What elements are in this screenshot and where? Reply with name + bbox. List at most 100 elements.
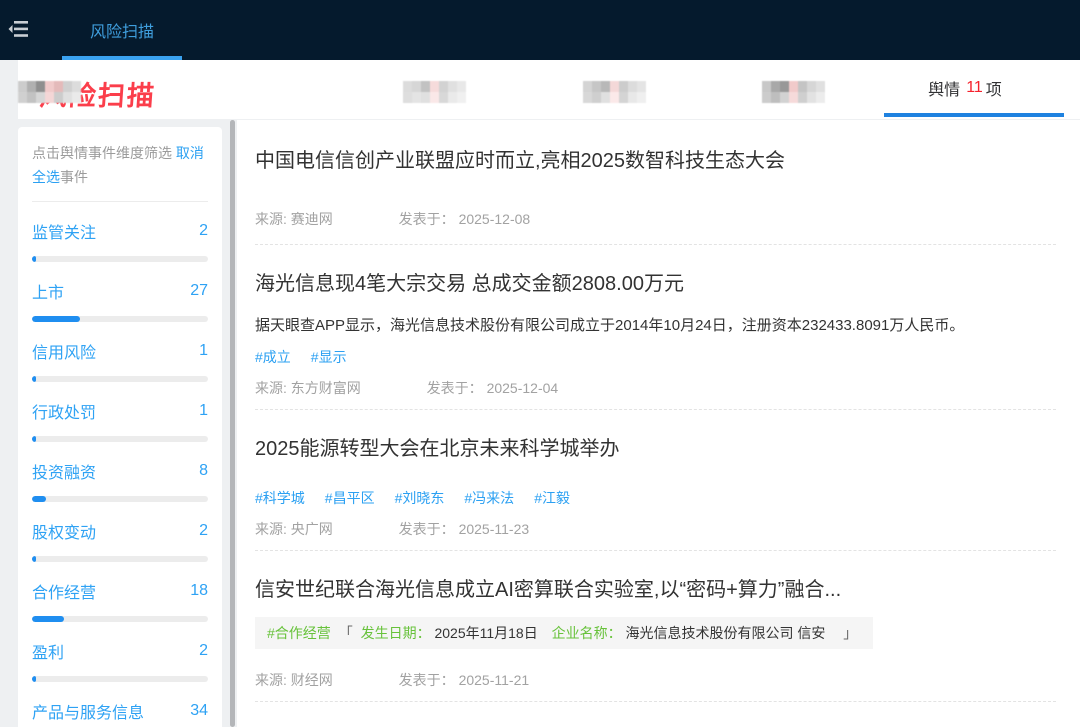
- source-label: 来源:: [255, 521, 291, 537]
- collapse-sidebar-icon[interactable]: [8, 20, 32, 38]
- news-item: 海光信息股价涨5%,泰康基金旗下4只基金重仓,合计持有10.49万股...: [255, 702, 1056, 727]
- filter-label[interactable]: 合作经营: [32, 579, 96, 603]
- news-feed: 中国电信信创产业联盟应时而立,亮相2025数智科技生态大会 来源: 赛迪网 发表…: [237, 120, 1080, 727]
- published-date: 2025-11-23: [458, 521, 530, 537]
- filter-item[interactable]: 上市 27: [32, 262, 208, 322]
- redacted-pixel: [628, 92, 637, 103]
- published-label: 发表于：: [398, 211, 455, 227]
- sentiment-tab-label: 舆情: [928, 82, 961, 99]
- redacted-pixel: [583, 92, 592, 103]
- redacted-pixel: [36, 92, 45, 103]
- filter-label[interactable]: 上市: [32, 279, 64, 303]
- filter-label[interactable]: 投资融资: [32, 459, 96, 483]
- redacted-nav-item[interactable]: [583, 81, 646, 103]
- redacted-pixel: [448, 81, 457, 92]
- redacted-pixel: [619, 81, 628, 92]
- redacted-pixel: [610, 92, 619, 103]
- redacted-pixel: [780, 92, 789, 103]
- filter-count: 34: [190, 702, 208, 719]
- event-date-value: 2025年11月18日: [434, 625, 538, 641]
- redacted-pixel: [619, 92, 628, 103]
- news-title[interactable]: 信安世纪联合海光信息成立AI密算联合实验室,以“密码+算力”融合...: [255, 575, 1056, 605]
- redacted-nav-item[interactable]: [762, 81, 825, 103]
- company-label: 企业名称：: [551, 625, 622, 641]
- news-item: 海光信息现4笔大宗交易 总成交金额2808.00万元 据天眼查APP显示，海光信…: [255, 245, 1056, 410]
- filter-item[interactable]: 信用风险 1: [32, 322, 208, 382]
- published-date: 2025-12-08: [458, 211, 531, 227]
- filter-item[interactable]: 合作经营 18: [32, 562, 208, 622]
- news-tags: #科学城 #昌平区 #刘晓东 #冯来法 #江毅: [255, 488, 1056, 508]
- redacted-pixel: [798, 92, 807, 103]
- hashtag[interactable]: #科学城: [255, 490, 305, 506]
- published-date: 2025-12-04: [486, 380, 559, 396]
- hashtag[interactable]: #刘晓东: [395, 490, 445, 506]
- redacted-pixel: [412, 81, 421, 92]
- filter-label[interactable]: 产品与服务信息: [32, 699, 144, 723]
- redacted-pixel: [780, 81, 789, 92]
- hashtag[interactable]: #显示: [311, 349, 347, 365]
- filter-item[interactable]: 产品与服务信息 34: [32, 682, 208, 727]
- source-label: 来源:: [255, 211, 291, 227]
- filter-count: 2: [199, 642, 208, 659]
- filter-item[interactable]: 投资融资 8: [32, 442, 208, 502]
- redacted-pixel: [762, 81, 771, 92]
- published-label: 发表于：: [426, 380, 483, 396]
- redacted-pixel: [789, 92, 798, 103]
- redacted-pixel: [63, 92, 72, 103]
- redacted-pixel: [403, 92, 412, 103]
- filter-item[interactable]: 监管关注 2: [32, 202, 208, 262]
- hashtag[interactable]: #成立: [255, 349, 291, 365]
- source-label: 来源:: [255, 380, 291, 396]
- news-title[interactable]: 中国电信信创产业联盟应时而立,亮相2025数智科技生态大会: [255, 146, 1056, 176]
- filter-label[interactable]: 行政处罚: [32, 399, 96, 423]
- source-value: 财经网: [290, 672, 333, 688]
- news-title[interactable]: 海光信息现4笔大宗交易 总成交金额2808.00万元: [255, 269, 1056, 299]
- redacted-pixel: [18, 92, 27, 103]
- redacted-pixel: [789, 81, 798, 92]
- redacted-pixel: [637, 81, 646, 92]
- filter-item[interactable]: 行政处罚 1: [32, 382, 208, 442]
- filter-count: 1: [199, 402, 208, 419]
- filter-label[interactable]: 股权变动: [32, 519, 96, 543]
- filter-item[interactable]: 股权变动 2: [32, 502, 208, 562]
- news-item: 中国电信信创产业联盟应时而立,亮相2025数智科技生态大会 来源: 赛迪网 发表…: [255, 120, 1056, 245]
- news-title[interactable]: 2025能源转型大会在北京未来科学城举办: [255, 434, 1056, 464]
- redacted-pixel: [72, 81, 81, 92]
- hashtag[interactable]: #昌平区: [325, 490, 375, 506]
- redacted-pixel: [457, 81, 466, 92]
- filter-label[interactable]: 盈利: [32, 639, 64, 663]
- redacted-pixel: [54, 92, 63, 103]
- filter-item[interactable]: 盈利 2: [32, 622, 208, 682]
- event-date-label: 发生日期：: [360, 625, 431, 641]
- tab-risk-scan[interactable]: 风险扫描: [62, 0, 182, 60]
- redacted-nav-item[interactable]: [403, 81, 466, 103]
- tab-sentiment[interactable]: 舆情 11 项: [866, 60, 1064, 116]
- filter-label[interactable]: 监管关注: [32, 219, 96, 243]
- published-date: 2025-11-21: [458, 672, 530, 688]
- redacted-pixel: [54, 81, 63, 92]
- hashtag[interactable]: #江毅: [534, 490, 570, 506]
- redacted-pixel: [610, 81, 619, 92]
- hashtag[interactable]: #冯来法: [464, 490, 514, 506]
- content-scrollbar[interactable]: [230, 120, 235, 727]
- redacted-pixel: [27, 92, 36, 103]
- news-item: 信安世纪联合海光信息成立AI密算联合实验室,以“密码+算力”融合... #合作经…: [255, 551, 1056, 702]
- filter-label[interactable]: 信用风险: [32, 339, 96, 363]
- news-item: 2025能源转型大会在北京未来科学城举办 #科学城 #昌平区 #刘晓东 #冯来法 #江毅…: [255, 410, 1056, 551]
- published-label: 发表于：: [398, 672, 455, 688]
- redacted-pixel: [798, 81, 807, 92]
- redacted-pixel: [421, 81, 430, 92]
- company-value: 海光信息技术股份有限公司 信安: [625, 625, 826, 641]
- redacted-pixel: [592, 81, 601, 92]
- redacted-nav-item[interactable]: [18, 81, 81, 103]
- event-type-tag[interactable]: #合作经营: [267, 625, 331, 641]
- redacted-pixel: [771, 92, 780, 103]
- redacted-pixel: [628, 81, 637, 92]
- redacted-pixel: [430, 81, 439, 92]
- filter-hint-prefix: 点击舆情事件维度筛选: [32, 145, 176, 161]
- source-value: 央广网: [290, 521, 333, 537]
- filter-hint-suffix: 事件: [60, 169, 88, 185]
- redacted-pixel: [27, 81, 36, 92]
- published-label: 发表于：: [398, 521, 455, 537]
- news-meta: 来源: 东方财富网 发表于： 2025-12-04: [255, 379, 1056, 397]
